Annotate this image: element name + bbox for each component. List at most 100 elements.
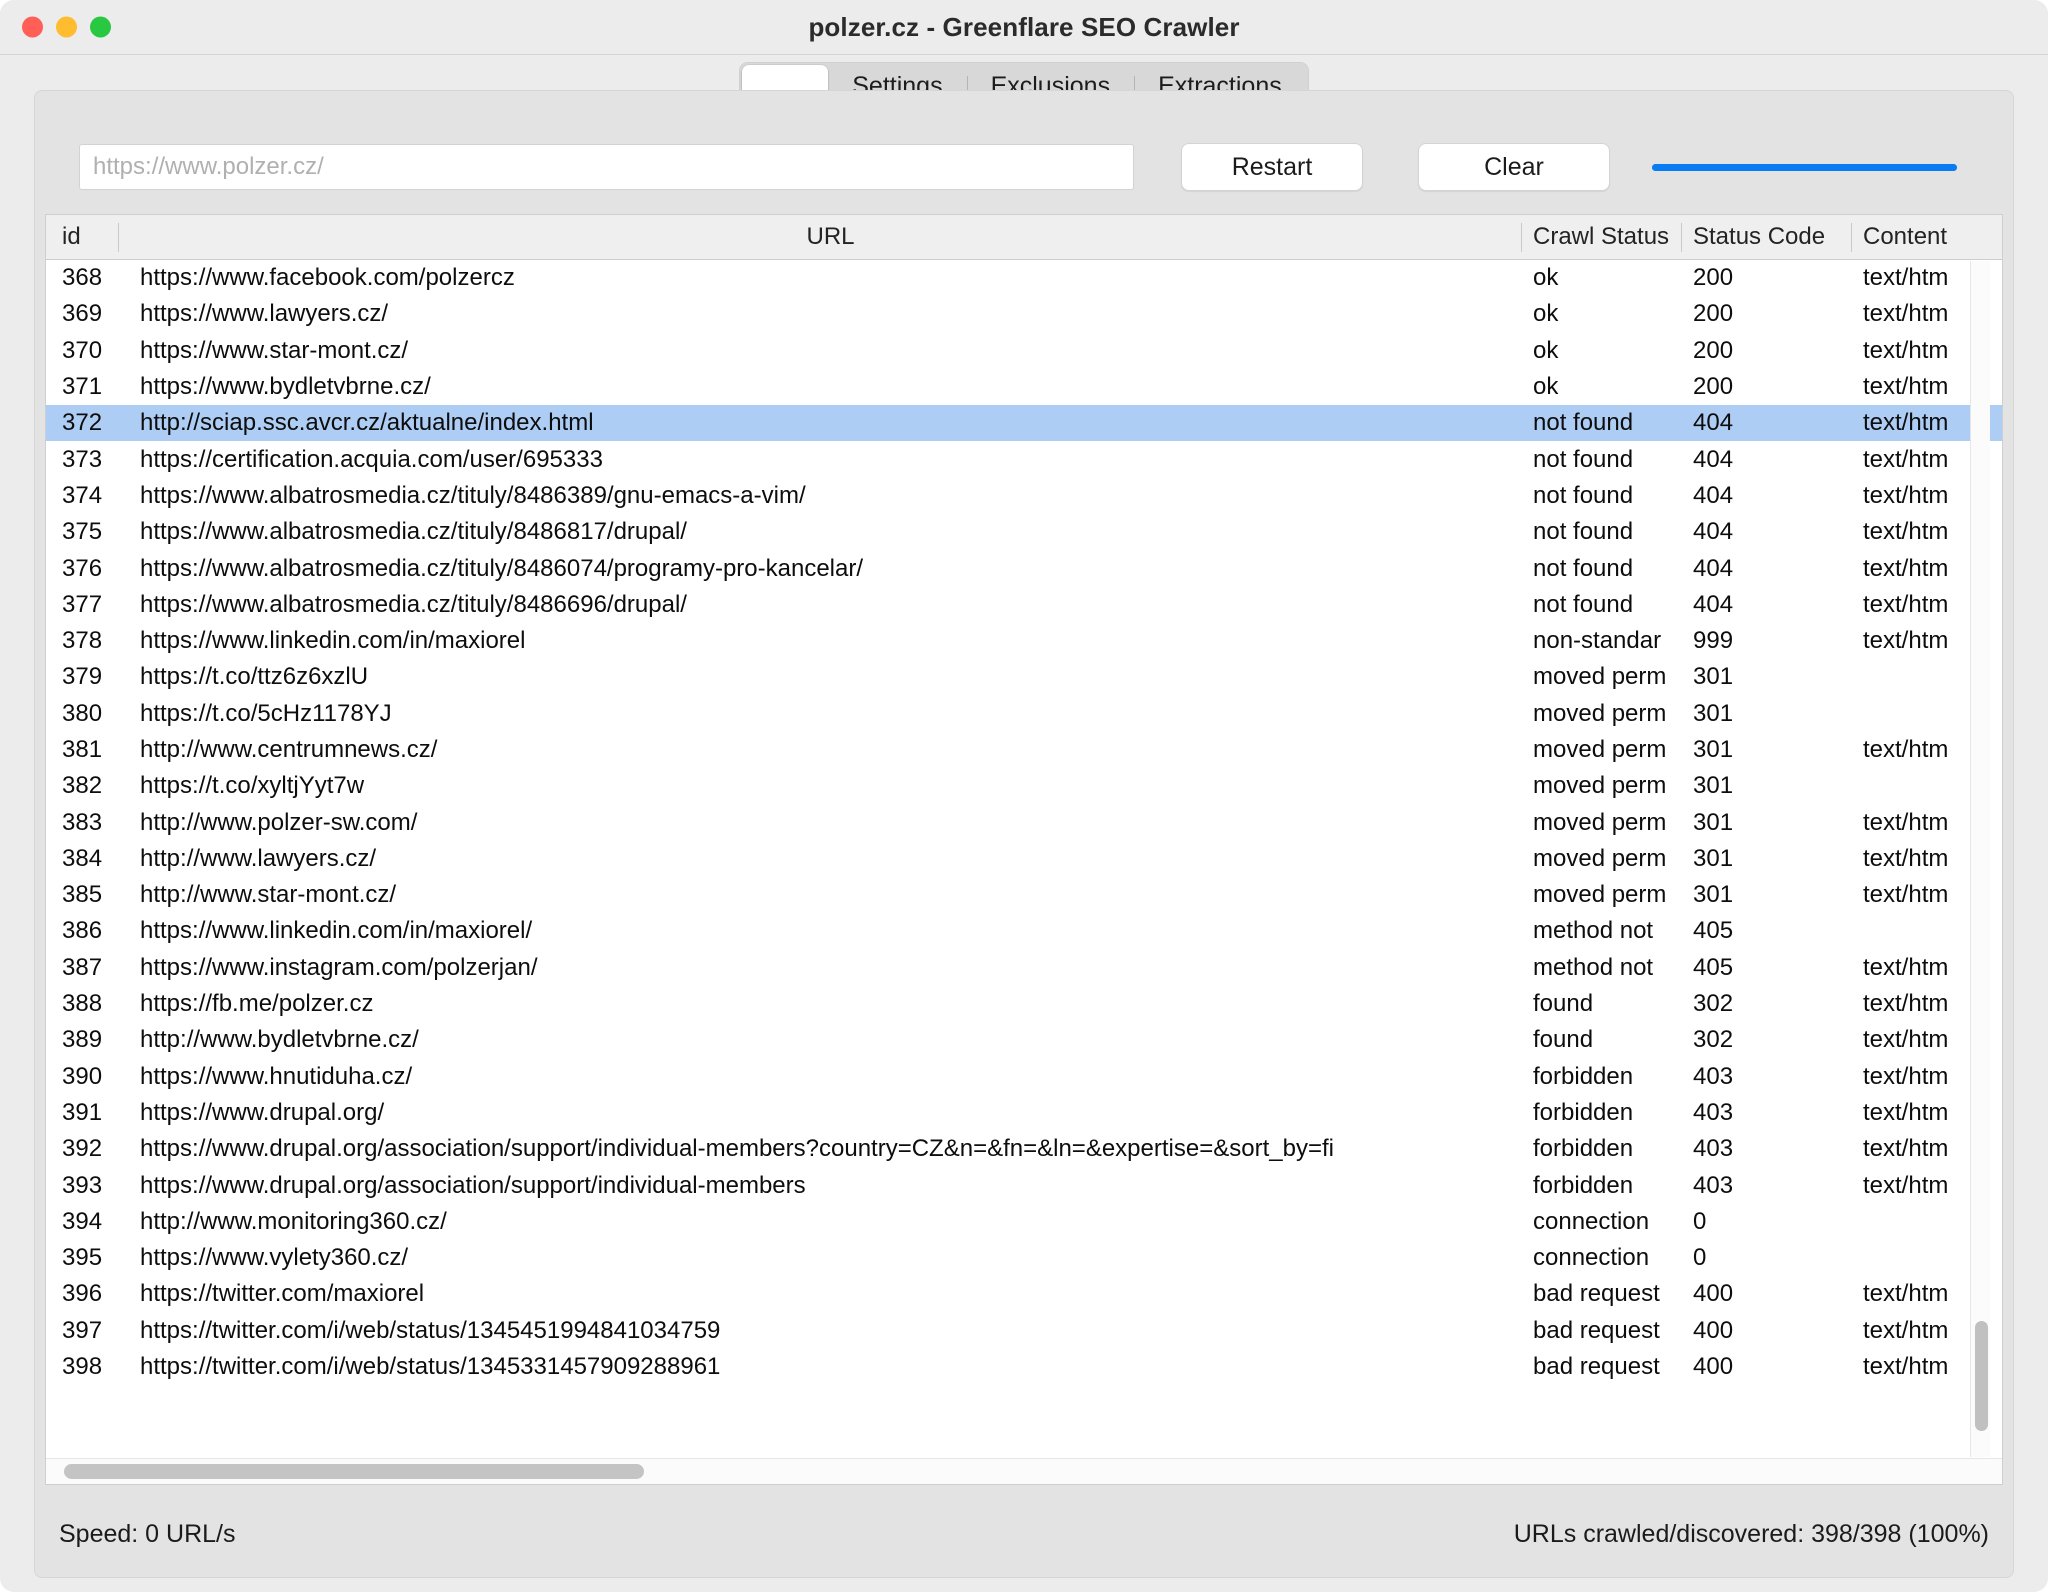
cell-id: 369 bbox=[46, 296, 118, 332]
table-row[interactable]: 375https://www.albatrosmedia.cz/tituly/8… bbox=[46, 514, 2002, 550]
cell-id: 387 bbox=[46, 950, 118, 986]
clear-button[interactable]: Clear bbox=[1418, 143, 1610, 191]
cell-crawl-status: moved perm bbox=[1521, 804, 1681, 840]
maximize-button[interactable] bbox=[90, 17, 111, 38]
table-row[interactable]: 387https://www.instagram.com/polzerjan/m… bbox=[46, 950, 2002, 986]
cell-url: https://twitter.com/maxiorel bbox=[118, 1276, 1521, 1312]
crawl-toolbar: Restart Clear bbox=[34, 134, 2014, 200]
table-row[interactable]: 395https://www.vylety360.cz/connection0 bbox=[46, 1240, 2002, 1276]
cell-status-code: 404 bbox=[1681, 441, 1851, 477]
cell-url: http://www.star-mont.cz/ bbox=[118, 877, 1521, 913]
horizontal-scrollbar[interactable] bbox=[46, 1458, 2002, 1484]
cell-url: https://www.linkedin.com/in/maxiorel bbox=[118, 623, 1521, 659]
table-row[interactable]: 378https://www.linkedin.com/in/maxioreln… bbox=[46, 623, 2002, 659]
cell-url: http://www.bydletvbrne.cz/ bbox=[118, 1022, 1521, 1058]
cell-status-code: 0 bbox=[1681, 1204, 1851, 1240]
table-row[interactable]: 398https://twitter.com/i/web/status/1345… bbox=[46, 1349, 2002, 1385]
crawl-progress-bar bbox=[1652, 164, 1957, 171]
traffic-lights bbox=[22, 17, 111, 38]
table-row[interactable]: 386https://www.linkedin.com/in/maxiorel/… bbox=[46, 913, 2002, 949]
cell-status-code: 301 bbox=[1681, 877, 1851, 913]
table-row[interactable]: 389http://www.bydletvbrne.cz/found302tex… bbox=[46, 1022, 2002, 1058]
cell-status-code: 404 bbox=[1681, 550, 1851, 586]
table-row[interactable]: 390https://www.hnutiduha.cz/forbidden403… bbox=[46, 1059, 2002, 1095]
table-row[interactable]: 392https://www.drupal.org/association/su… bbox=[46, 1131, 2002, 1167]
cell-crawl-status: method not bbox=[1521, 950, 1681, 986]
vertical-scrollbar-thumb[interactable] bbox=[1975, 1321, 1988, 1431]
cell-id: 384 bbox=[46, 841, 118, 877]
cell-crawl-status: method not bbox=[1521, 913, 1681, 949]
cell-id: 386 bbox=[46, 913, 118, 949]
cell-url: https://twitter.com/i/web/status/1345451… bbox=[118, 1313, 1521, 1349]
restart-button[interactable]: Restart bbox=[1181, 143, 1363, 191]
cell-crawl-status: moved perm bbox=[1521, 768, 1681, 804]
minimize-button[interactable] bbox=[56, 17, 77, 38]
cell-id: 376 bbox=[46, 550, 118, 586]
table-row[interactable]: 384http://www.lawyers.cz/moved perm301te… bbox=[46, 841, 2002, 877]
cell-status-code: 200 bbox=[1681, 369, 1851, 405]
content-panel: Restart Clear id URL Crawl Status Status… bbox=[34, 90, 2014, 1578]
table-row[interactable]: 391https://www.drupal.org/forbidden403te… bbox=[46, 1095, 2002, 1131]
table-row[interactable]: 373https://certification.acquia.com/user… bbox=[46, 441, 2002, 477]
cell-url: https://www.linkedin.com/in/maxiorel/ bbox=[118, 913, 1521, 949]
table-row[interactable]: 368https://www.facebook.com/polzerczok20… bbox=[46, 260, 2002, 296]
window-title: polzer.cz - Greenflare SEO Crawler bbox=[0, 12, 2048, 43]
table-row[interactable]: 393https://www.drupal.org/association/su… bbox=[46, 1167, 2002, 1203]
cell-content-type: text/htm bbox=[1851, 732, 1961, 768]
horizontal-scrollbar-thumb[interactable] bbox=[64, 1464, 644, 1479]
cell-url: https://www.albatrosmedia.cz/tituly/8486… bbox=[118, 550, 1521, 586]
cell-id: 374 bbox=[46, 478, 118, 514]
table-row[interactable]: 377https://www.albatrosmedia.cz/tituly/8… bbox=[46, 587, 2002, 623]
cell-crawl-status: forbidden bbox=[1521, 1131, 1681, 1167]
table-row[interactable]: 374https://www.albatrosmedia.cz/tituly/8… bbox=[46, 478, 2002, 514]
column-header-content-type[interactable]: Content bbox=[1851, 215, 1961, 260]
cell-id: 395 bbox=[46, 1240, 118, 1276]
cell-crawl-status: ok bbox=[1521, 333, 1681, 369]
table-row[interactable]: 371https://www.bydletvbrne.cz/ok200text/… bbox=[46, 369, 2002, 405]
column-header-crawl-status[interactable]: Crawl Status bbox=[1521, 215, 1681, 260]
cell-id: 378 bbox=[46, 623, 118, 659]
cell-status-code: 301 bbox=[1681, 841, 1851, 877]
table-body: 368https://www.facebook.com/polzerczok20… bbox=[46, 260, 2002, 1458]
cell-crawl-status: bad request bbox=[1521, 1349, 1681, 1385]
table-row[interactable]: 369https://www.lawyers.cz/ok200text/htm bbox=[46, 296, 2002, 332]
table-row[interactable]: 376https://www.albatrosmedia.cz/tituly/8… bbox=[46, 550, 2002, 586]
cell-content-type bbox=[1851, 1240, 1961, 1276]
close-button[interactable] bbox=[22, 17, 43, 38]
cell-status-code: 999 bbox=[1681, 623, 1851, 659]
cell-status-code: 200 bbox=[1681, 333, 1851, 369]
cell-content-type bbox=[1851, 659, 1961, 695]
cell-status-code: 405 bbox=[1681, 950, 1851, 986]
cell-url: https://www.bydletvbrne.cz/ bbox=[118, 369, 1521, 405]
column-header-id[interactable]: id bbox=[46, 215, 118, 260]
table-row[interactable]: 380https://t.co/5cHz1178YJmoved perm301 bbox=[46, 696, 2002, 732]
cell-crawl-status: ok bbox=[1521, 260, 1681, 296]
column-header-url[interactable]: URL bbox=[118, 215, 1521, 260]
cell-status-code: 302 bbox=[1681, 1022, 1851, 1058]
table-row[interactable]: 372http://sciap.ssc.avcr.cz/aktualne/ind… bbox=[46, 405, 2002, 441]
table-row[interactable]: 383http://www.polzer-sw.com/moved perm30… bbox=[46, 804, 2002, 840]
url-input[interactable] bbox=[79, 144, 1134, 190]
column-header-status-code[interactable]: Status Code bbox=[1681, 215, 1851, 260]
cell-crawl-status: moved perm bbox=[1521, 732, 1681, 768]
cell-url: https://www.vylety360.cz/ bbox=[118, 1240, 1521, 1276]
table-row[interactable]: 388https://fb.me/polzer.czfound302text/h… bbox=[46, 986, 2002, 1022]
cell-crawl-status: moved perm bbox=[1521, 696, 1681, 732]
table-row[interactable]: 381http://www.centrumnews.cz/moved perm3… bbox=[46, 732, 2002, 768]
table-row[interactable]: 370https://www.star-mont.cz/ok200text/ht… bbox=[46, 333, 2002, 369]
cell-content-type: text/htm bbox=[1851, 441, 1961, 477]
table-row[interactable]: 397https://twitter.com/i/web/status/1345… bbox=[46, 1313, 2002, 1349]
vertical-scrollbar[interactable] bbox=[1970, 261, 1990, 1457]
cell-crawl-status: connection bbox=[1521, 1204, 1681, 1240]
cell-status-code: 404 bbox=[1681, 478, 1851, 514]
cell-url: https://www.drupal.org/ bbox=[118, 1095, 1521, 1131]
table-row[interactable]: 396https://twitter.com/maxiorelbad reque… bbox=[46, 1276, 2002, 1312]
cell-content-type: text/htm bbox=[1851, 369, 1961, 405]
table-row[interactable]: 382https://t.co/xyltjYyt7wmoved perm301 bbox=[46, 768, 2002, 804]
cell-url: http://www.polzer-sw.com/ bbox=[118, 804, 1521, 840]
speed-label: Speed: 0 URL/s bbox=[59, 1520, 236, 1549]
table-row[interactable]: 379https://t.co/ttz6z6xzlUmoved perm301 bbox=[46, 659, 2002, 695]
table-row[interactable]: 385http://www.star-mont.cz/moved perm301… bbox=[46, 877, 2002, 913]
cell-url: https://www.lawyers.cz/ bbox=[118, 296, 1521, 332]
table-row[interactable]: 394http://www.monitoring360.cz/connectio… bbox=[46, 1204, 2002, 1240]
